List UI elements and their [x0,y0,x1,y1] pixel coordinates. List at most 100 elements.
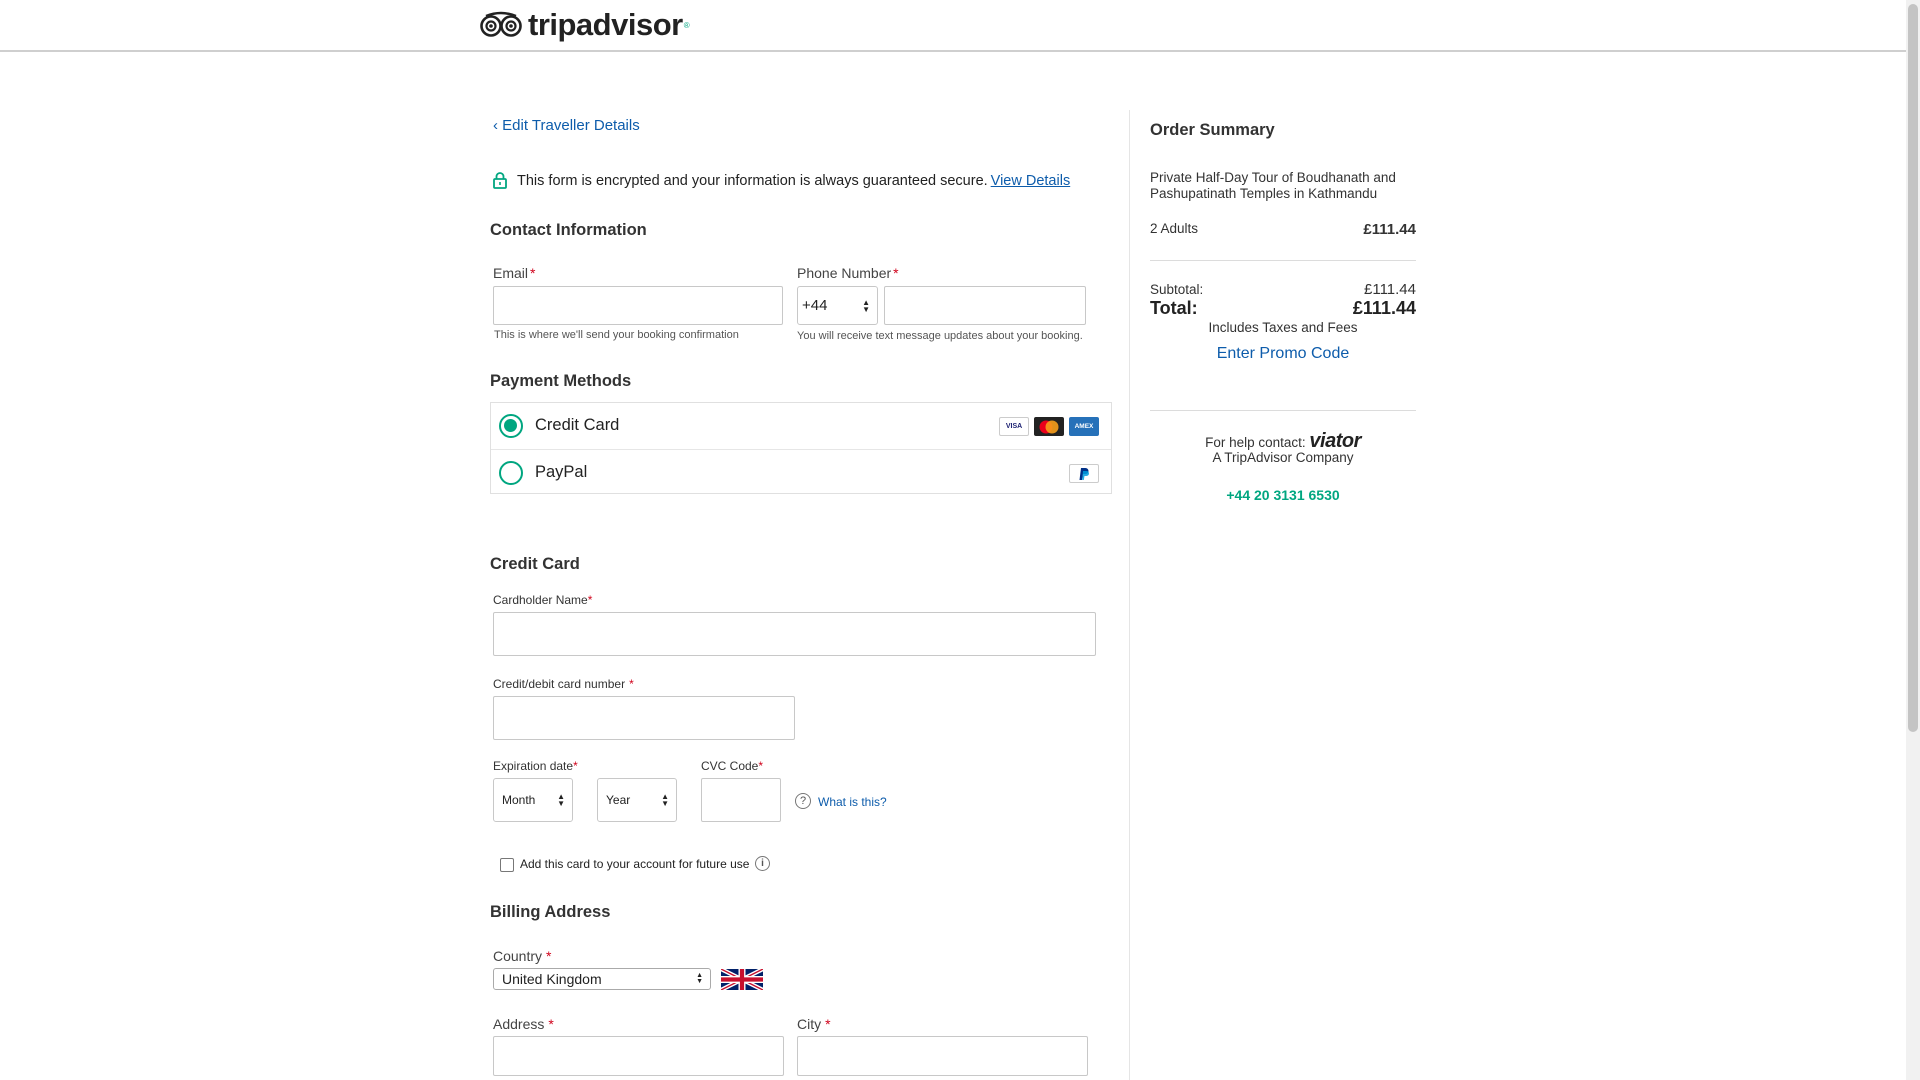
expiration-month-select[interactable]: Month ▲ ▼ [493,778,573,822]
product-name-line-1: Private Half-Day Tour of Boudhanath and [1150,170,1396,185]
scrollbar-thumb[interactable] [1908,4,1918,732]
secure-notice-text: This form is encrypted and your informat… [517,172,988,189]
visa-icon: VISA [999,417,1029,436]
select-arrows-icon: ▲ ▼ [557,792,565,808]
required-mark: * [825,1016,831,1032]
product-name: Private Half-Day Tour of Boudhanath and … [1150,170,1396,202]
save-card-label: Add this card to your account for future… [520,857,750,871]
secure-notice: This form is encrypted and your informat… [493,172,1070,189]
required-mark: * [530,265,536,281]
required-mark: * [758,759,764,773]
credit-card-section-title: Credit Card [490,555,580,573]
payment-option-paypal[interactable]: PayPal [491,449,1111,495]
cvc-code-label: CVC Code* [701,759,763,773]
select-arrows-icon: ▲ ▼ [862,297,870,314]
select-arrows-icon: ▲ ▼ [661,792,669,808]
credit-card-option-label: Credit Card [535,416,620,434]
phone-country-code-select[interactable]: +44 ▲ ▼ [797,286,878,325]
adults-count: 2 Adults [1150,221,1199,236]
credit-card-radio[interactable] [499,414,523,438]
email-label-text: Email [493,265,529,281]
product-name-line-2: Pashupatinath Temples in Kathmandu [1150,186,1378,201]
email-help-text: This is where we'll send your booking co… [494,329,739,341]
country-select[interactable]: United Kingdom ▲ ▼ [493,968,711,990]
expiration-date-label-text: Expiration date [493,759,574,773]
help-contact-label: For help contact: [1205,435,1306,450]
address-label: Address * [493,1016,554,1032]
email-label: Email * [493,265,535,281]
billing-address-title: Billing Address [490,903,611,921]
cvc-code-field[interactable] [701,778,781,822]
cardholder-name-label-text: Cardholder Name [493,593,588,607]
total-label: Total: [1150,298,1198,318]
paypal-option-label: PayPal [535,463,588,481]
order-summary-title: Order Summary [1150,121,1275,139]
expiration-year-value: Year [606,793,631,807]
sidebar-divider [1129,110,1130,1080]
required-mark: * [893,265,899,281]
phone-help-text: You will receive text message updates ab… [797,330,1083,342]
info-icon[interactable]: i [755,856,770,871]
phone-number-field[interactable] [884,286,1086,325]
subtotal-label: Subtotal: [1150,282,1204,297]
email-field[interactable] [493,286,783,325]
adults-amount: £111.44 [1363,221,1416,238]
viator-logo: viator [1309,430,1361,452]
phone-label-text: Phone Number [797,265,892,281]
payment-methods-list: Credit Card VISA AMEX PayPal [490,402,1112,494]
card-number-field[interactable] [493,696,795,740]
help-company: A TripAdvisor Company [1212,450,1354,465]
cardholder-name-field[interactable] [493,612,1096,656]
country-label: Country * [493,948,551,964]
mastercard-icon [1034,417,1064,436]
summary-divider [1150,410,1416,411]
phone-label: Phone Number * [797,265,899,281]
paypal-icon [1069,464,1099,483]
lock-icon [493,172,507,189]
edit-traveller-details-link[interactable]: ‹ Edit Traveller Details [493,117,640,134]
total-amount: £111.44 [1352,298,1416,318]
contact-information-title: Contact Information [490,221,647,239]
taxes-note: Includes Taxes and Fees [1208,320,1358,335]
paypal-p-icon [1079,467,1089,480]
expiration-year-select[interactable]: Year ▲ ▼ [597,778,677,822]
select-arrows-icon: ▲ ▼ [696,972,703,985]
city-label: City * [797,1016,831,1032]
required-mark: * [546,948,552,964]
summary-divider [1150,260,1416,261]
required-mark: * [587,593,593,607]
brand-name: tripadvisor [528,7,683,42]
tripadvisor-logo[interactable]: tripadvisor ® [480,7,690,42]
card-number-label: Credit/debit card number * [493,677,634,691]
address-field[interactable] [493,1036,784,1076]
registered-mark: ® [683,20,690,30]
required-mark: * [573,759,578,773]
paypal-radio[interactable] [499,461,523,485]
view-details-link[interactable]: View Details [991,173,1071,189]
amex-icon: AMEX [1069,417,1099,436]
enter-promo-code-link[interactable]: Enter Promo Code [1150,345,1416,363]
city-field[interactable] [797,1036,1088,1076]
visa-icon-text: VISA [1005,423,1023,430]
required-mark: * [629,677,634,691]
expiration-date-label: Expiration date* [493,759,578,773]
what-is-this-link[interactable]: What is this? [818,795,887,809]
payment-methods-title: Payment Methods [490,372,632,390]
subtotal-amount: £111.44 [1364,281,1416,298]
card-number-label-text: Credit/debit card number [493,677,626,691]
site-header: tripadvisor ® [0,0,1906,52]
help-phone-number[interactable]: +44 20 3131 6530 [1150,487,1416,503]
phone-country-code-value: +44 [802,297,828,314]
amex-icon-text: AMEX [1074,423,1094,430]
mastercard-circles-icon [1039,420,1059,433]
question-mark-icon[interactable]: ? [795,793,811,809]
country-select-value: United Kingdom [502,971,602,987]
cardholder-name-label: Cardholder Name* [493,593,592,607]
save-card-checkbox[interactable] [500,858,514,872]
expiration-month-value: Month [502,793,536,807]
owl-eyes-icon [480,11,522,37]
required-mark: * [548,1016,554,1032]
payment-option-credit-card[interactable]: Credit Card VISA AMEX [491,403,1111,449]
address-label-text: Address [493,1016,545,1032]
cvc-code-label-text: CVC Code [701,759,759,773]
